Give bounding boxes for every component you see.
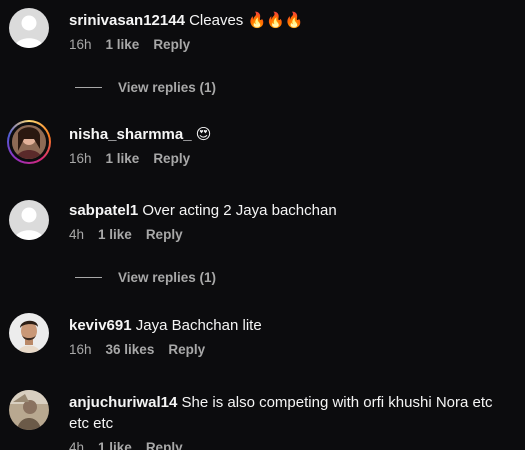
profile-photo-icon	[9, 390, 49, 430]
story-avatar[interactable]	[7, 120, 51, 164]
comment-username[interactable]: nisha_sharmma_	[69, 126, 192, 143]
comment-time: 16h	[69, 151, 92, 166]
profile-photo-icon	[12, 125, 46, 159]
comment-time: 16h	[69, 342, 92, 357]
comment-time: 16h	[69, 37, 92, 52]
default-avatar-icon	[9, 200, 49, 240]
reply-button[interactable]: Reply	[153, 37, 190, 52]
divider-line	[75, 87, 102, 88]
comment-likes[interactable]: 1 like	[98, 227, 132, 242]
comment-username[interactable]: sabpatel1	[69, 202, 138, 219]
avatar[interactable]	[9, 200, 49, 240]
comment-time: 4h	[69, 440, 85, 450]
comments-feed: srinivasan12144 Cleaves 🔥🔥🔥 16h 1 like R…	[0, 0, 525, 450]
view-replies-button[interactable]: View replies (1)	[75, 80, 216, 95]
comment-text: Jaya Bachchan lite	[135, 317, 262, 334]
comment-text: Over acting 2 Jaya bachchan	[142, 202, 337, 219]
reply-button[interactable]: Reply	[146, 440, 183, 450]
comment-username[interactable]: anjuchuriwal14	[69, 394, 177, 411]
comment-text: Cleaves 🔥🔥🔥	[189, 12, 304, 29]
view-replies-label: View replies (1)	[118, 270, 217, 285]
avatar[interactable]	[9, 8, 49, 48]
avatar[interactable]	[9, 390, 49, 430]
comment-time: 4h	[69, 227, 85, 242]
view-replies-label: View replies (1)	[118, 80, 217, 95]
comment-username[interactable]: keviv691	[69, 317, 132, 334]
reply-button[interactable]: Reply	[168, 342, 205, 357]
reply-button[interactable]: Reply	[146, 227, 183, 242]
comment-likes[interactable]: 36 likes	[106, 342, 155, 357]
default-avatar-icon	[9, 8, 49, 48]
comment-likes[interactable]: 1 like	[106, 37, 140, 52]
comment-likes[interactable]: 1 like	[106, 151, 140, 166]
reply-button[interactable]: Reply	[153, 151, 190, 166]
avatar[interactable]	[9, 313, 49, 353]
divider-line	[75, 277, 102, 278]
comment-text: 😍	[195, 126, 212, 143]
comment-likes[interactable]: 1 like	[98, 440, 132, 450]
comment-username[interactable]: srinivasan12144	[69, 12, 185, 29]
profile-photo-icon	[9, 313, 49, 353]
view-replies-button[interactable]: View replies (1)	[75, 270, 216, 285]
